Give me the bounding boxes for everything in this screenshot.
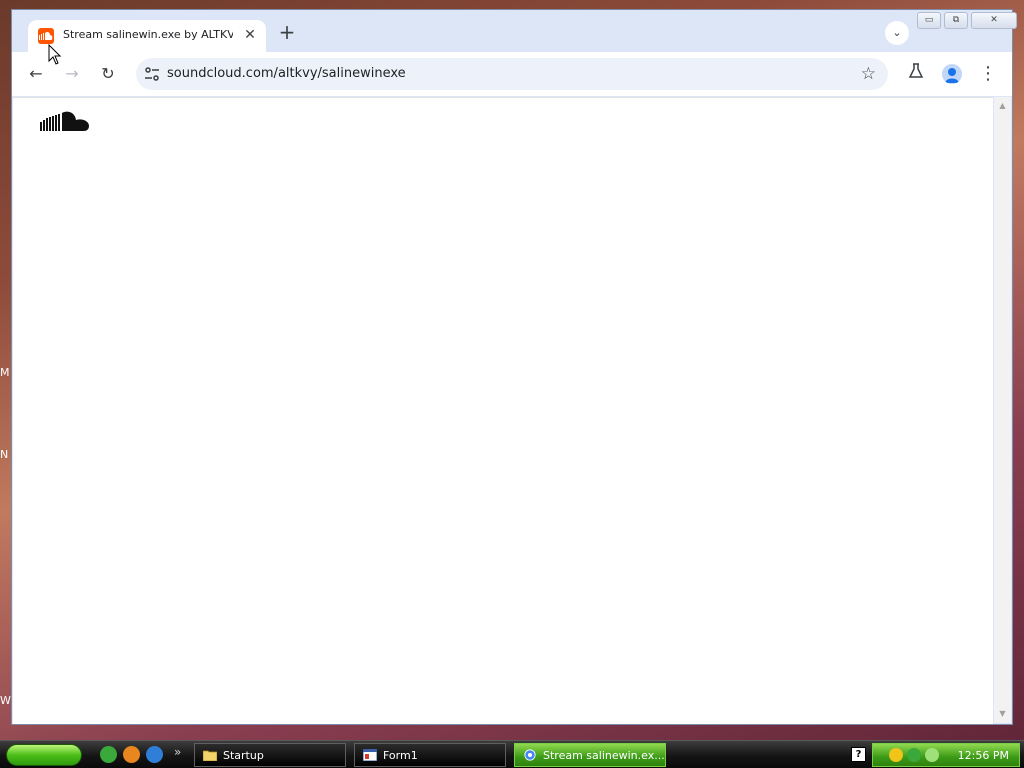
tab-close-icon[interactable]: ✕ bbox=[242, 27, 258, 43]
soundcloud-logo-icon[interactable] bbox=[40, 110, 90, 134]
taskbar: » Startup Form1 Stream salinewin.ex... ?… bbox=[0, 740, 1024, 768]
taskbar-button-label: Stream salinewin.ex... bbox=[543, 749, 665, 762]
back-button[interactable]: ← bbox=[24, 62, 48, 86]
form-icon bbox=[363, 749, 377, 761]
forward-button[interactable]: → bbox=[60, 62, 84, 86]
scroll-up-icon[interactable]: ▲ bbox=[994, 99, 1011, 113]
tab-strip: Stream salinewin.exe by ALTKVY | ✕ + ⌄ ▭… bbox=[12, 10, 1017, 52]
close-window-button[interactable]: ✕ bbox=[971, 12, 1017, 29]
start-button[interactable] bbox=[6, 744, 82, 766]
firefox-quicklaunch-icon[interactable] bbox=[123, 746, 140, 763]
page-content bbox=[13, 97, 993, 724]
taskbar-clock: 12:56 PM bbox=[957, 749, 1009, 762]
minimize-button[interactable]: ▭ bbox=[917, 12, 941, 29]
address-bar[interactable]: soundcloud.com/altkvy/salinewinexe ☆ bbox=[136, 58, 888, 90]
folder-icon bbox=[203, 750, 217, 761]
profile-avatar-icon[interactable] bbox=[942, 64, 962, 84]
new-tab-button[interactable]: + bbox=[277, 22, 297, 42]
quicklaunch-more-icon[interactable]: » bbox=[174, 745, 181, 759]
labs-flask-icon[interactable] bbox=[904, 62, 928, 86]
help-icon[interactable]: ? bbox=[851, 747, 866, 762]
menu-kebab-icon[interactable]: ⋮ bbox=[976, 62, 1000, 86]
mouse-cursor-icon bbox=[48, 44, 62, 65]
taskbar-button-label: Startup bbox=[223, 749, 264, 762]
browser-toolbar: ← → ↻ soundcloud.com/altkvy/salinewinexe… bbox=[12, 52, 1012, 96]
desktop-icon-label: M bbox=[0, 366, 10, 379]
utorrent-tray-icon[interactable] bbox=[907, 748, 921, 762]
taskbar-button-form1[interactable]: Form1 bbox=[354, 743, 506, 767]
network-tray-icon[interactable] bbox=[925, 748, 939, 762]
desktop-icon-label: N bbox=[0, 448, 9, 461]
soundcloud-favicon-icon bbox=[38, 28, 54, 44]
desktop-icon-label: W bbox=[0, 694, 11, 707]
window-controls: ▭ ⧉ ✕ bbox=[917, 12, 1017, 29]
maximize-button[interactable]: ⧉ bbox=[944, 12, 968, 29]
tab-search-button[interactable]: ⌄ bbox=[885, 21, 909, 45]
utorrent-quicklaunch-icon[interactable] bbox=[100, 746, 117, 763]
tab-title: Stream salinewin.exe by ALTKVY | bbox=[63, 28, 233, 41]
taskbar-button-label: Form1 bbox=[383, 749, 418, 762]
security-shield-icon[interactable] bbox=[889, 748, 903, 762]
reload-button[interactable]: ↻ bbox=[96, 62, 120, 86]
browser-window: Stream salinewin.exe by ALTKVY | ✕ + ⌄ ▭… bbox=[11, 9, 1017, 725]
url-text[interactable]: soundcloud.com/altkvy/salinewinexe bbox=[167, 66, 406, 81]
internet-explorer-quicklaunch-icon[interactable] bbox=[146, 746, 163, 763]
bookmark-star-icon[interactable]: ☆ bbox=[861, 64, 876, 84]
scroll-down-icon[interactable]: ▼ bbox=[994, 707, 1011, 721]
taskbar-button-startup[interactable]: Startup bbox=[194, 743, 346, 767]
vertical-scrollbar[interactable]: ▲ ▼ bbox=[994, 97, 1011, 723]
taskbar-button-browser[interactable]: Stream salinewin.ex... bbox=[514, 743, 666, 767]
system-tray: 12:56 PM bbox=[872, 743, 1020, 767]
chrome-icon bbox=[524, 749, 536, 761]
site-info-icon[interactable] bbox=[144, 66, 160, 82]
tab-soundcloud[interactable]: Stream salinewin.exe by ALTKVY | ✕ bbox=[28, 20, 266, 52]
